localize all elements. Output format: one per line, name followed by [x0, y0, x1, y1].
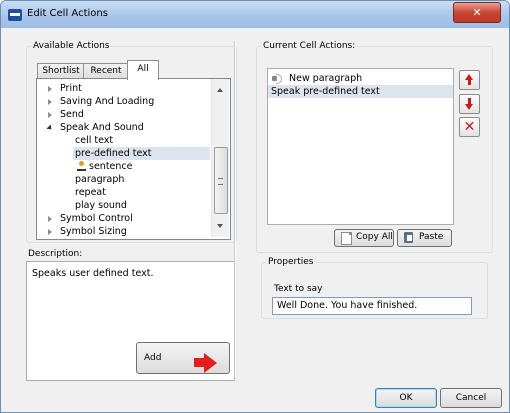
tree-item-label: pre-defined text [75, 148, 152, 159]
paste-button[interactable]: Paste [397, 229, 452, 247]
move-up-button[interactable] [459, 70, 480, 90]
expand-icon[interactable] [48, 86, 52, 92]
tree-item-play-sound[interactable]: play sound [37, 199, 210, 212]
delete-button[interactable]: ✕ [459, 117, 480, 137]
tree-item-label: sentence [89, 161, 133, 172]
tree-item-label: Speak And Sound [60, 122, 144, 133]
ok-button[interactable]: OK [375, 388, 437, 408]
speaker-icon [272, 73, 283, 84]
paste-icon [404, 232, 413, 243]
vertical-divider [234, 41, 236, 377]
tree-item-print[interactable]: Print [37, 82, 210, 95]
app-icon [8, 9, 22, 21]
description-text: Speaks user defined text. [32, 268, 154, 279]
current-action-label: New paragraph [289, 73, 363, 84]
expand-icon[interactable] [48, 99, 52, 105]
cancel-label: Cancel [455, 393, 487, 403]
add-button-label: Add [144, 353, 162, 363]
expand-icon[interactable] [48, 112, 52, 118]
tree-item-cell-text[interactable]: cell text [37, 134, 210, 147]
tree-item-label: Print [60, 83, 82, 94]
cancel-button[interactable]: Cancel [440, 388, 502, 408]
tree-item-symbol-control[interactable]: Symbol Control [37, 212, 210, 225]
text-to-say-value: Well Done. You have finished. [277, 300, 418, 311]
text-to-say-label: Text to say [274, 284, 323, 294]
action-tree[interactable]: Print Saving And Loading Send Speak And … [36, 78, 231, 240]
copy-all-button[interactable]: Copy All [334, 229, 394, 247]
tree-item-saving-and-loading[interactable]: Saving And Loading [37, 95, 210, 108]
add-button[interactable]: Add [136, 342, 230, 374]
ok-label: OK [399, 393, 413, 403]
tree-item-label: play sound [75, 200, 127, 211]
scroll-thumb[interactable] [214, 147, 228, 214]
scroll-down-icon[interactable] [217, 224, 223, 228]
properties-title: Properties [268, 257, 314, 267]
tree-item-repeat[interactable]: repeat [37, 186, 210, 199]
current-actions-list[interactable]: New paragraph Speak pre-defined text [267, 68, 454, 225]
description-label: Description: [28, 249, 83, 259]
expand-icon[interactable] [48, 229, 52, 235]
tree-item-paragraph[interactable]: paragraph [37, 173, 210, 186]
tree-item-label: Symbol Sizing [60, 226, 127, 237]
tree-item-label: Saving And Loading [60, 96, 155, 107]
edit-cell-actions-dialog: Edit Cell Actions ✕ Available Actions Sh… [0, 0, 510, 413]
paste-label: Paste [419, 232, 444, 242]
current-action-new-paragraph[interactable]: New paragraph [268, 72, 453, 85]
tree-item-sentence[interactable]: sentence [37, 160, 210, 173]
tab-shortlist[interactable]: Shortlist [37, 63, 85, 79]
tree-item-label: Symbol Control [60, 213, 133, 224]
tab-recent[interactable]: Recent [83, 63, 129, 79]
scroll-up-icon[interactable] [217, 88, 223, 92]
delete-icon: ✕ [463, 119, 476, 135]
available-actions-title: Available Actions [33, 41, 110, 51]
tree-item-label: paragraph [75, 174, 125, 185]
expand-icon[interactable] [48, 216, 52, 222]
text-to-say-input[interactable]: Well Done. You have finished. [272, 297, 472, 315]
current-action-speak-pre-defined-text[interactable]: Speak pre-defined text [268, 85, 453, 98]
tab-all[interactable]: All [127, 60, 159, 80]
sentence-icon [77, 161, 86, 172]
copy-icon [341, 232, 352, 245]
tree-item-label: cell text [75, 135, 114, 146]
tree-item-send[interactable]: Send [37, 108, 210, 121]
tree-item-pre-defined-text[interactable]: pre-defined text [73, 147, 210, 160]
window-title: Edit Cell Actions [27, 8, 108, 19]
close-button[interactable]: ✕ [453, 2, 501, 23]
tree-item-label: repeat [75, 187, 106, 198]
move-down-button[interactable] [459, 94, 480, 114]
current-action-label: Speak pre-defined text [271, 86, 380, 97]
tree-item-speak-and-sound[interactable]: Speak And Sound [37, 121, 210, 134]
tree-item-symbol-sizing[interactable]: Symbol Sizing [37, 225, 210, 238]
tree-item-label: Send [60, 109, 84, 120]
tree-scrollbar[interactable] [211, 79, 229, 237]
title-bar[interactable]: Edit Cell Actions ✕ [1, 1, 509, 28]
collapse-icon[interactable] [46, 124, 54, 132]
copy-all-label: Copy All [356, 232, 393, 242]
current-actions-title: Current Cell Actions: [263, 41, 356, 51]
